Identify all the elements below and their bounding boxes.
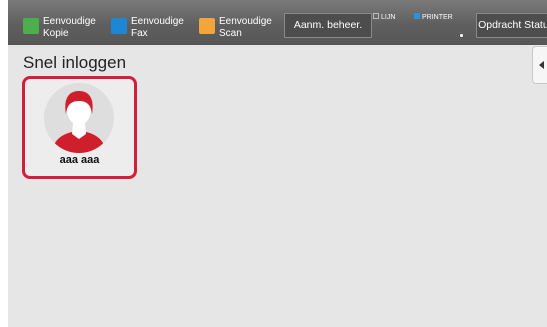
printer-indicator-label: PRINTER — [422, 14, 453, 21]
easy-fax-shortcut[interactable]: Eenvoudige Fax — [104, 6, 192, 42]
user-avatar-graphic — [52, 91, 106, 153]
user-name: aaa aaa — [59, 154, 100, 166]
side-panel-tab[interactable] — [532, 46, 547, 84]
user-avatar-icon — [44, 83, 114, 153]
line-indicator: LIJN — [373, 13, 395, 23]
scan-icon — [199, 18, 215, 34]
page-title: Snel inloggen — [23, 53, 127, 72]
easy-copy-label: Eenvoudige Kopie — [43, 16, 96, 39]
admin-login-button[interactable]: Aanm. beheer. — [284, 13, 372, 38]
job-status-button[interactable]: Opdracht Status — [476, 13, 547, 38]
user-tile[interactable]: aaa aaa — [22, 76, 137, 179]
line-status-icon — [373, 13, 379, 19]
easy-scan-shortcut[interactable]: Eenvoudige Scan — [192, 6, 282, 42]
line-indicator-label: LIJN — [381, 14, 396, 21]
login-screen: Eenvoudige Kopie Eenvoudige Fax Eenvoudi… — [8, 0, 547, 327]
fax-icon — [111, 18, 127, 34]
status-dot-icon — [460, 34, 463, 37]
easy-fax-label: Eenvoudige Fax — [131, 16, 184, 39]
copy-icon — [23, 18, 39, 34]
printer-indicator: PRINTER — [414, 13, 453, 23]
easy-scan-label: Eenvoudige Scan — [219, 16, 272, 39]
top-bar: Eenvoudige Kopie Eenvoudige Fax Eenvoudi… — [8, 0, 547, 45]
easy-copy-shortcut[interactable]: Eenvoudige Kopie — [16, 6, 104, 42]
chevron-left-icon — [539, 61, 544, 69]
printer-status-icon — [414, 13, 420, 19]
